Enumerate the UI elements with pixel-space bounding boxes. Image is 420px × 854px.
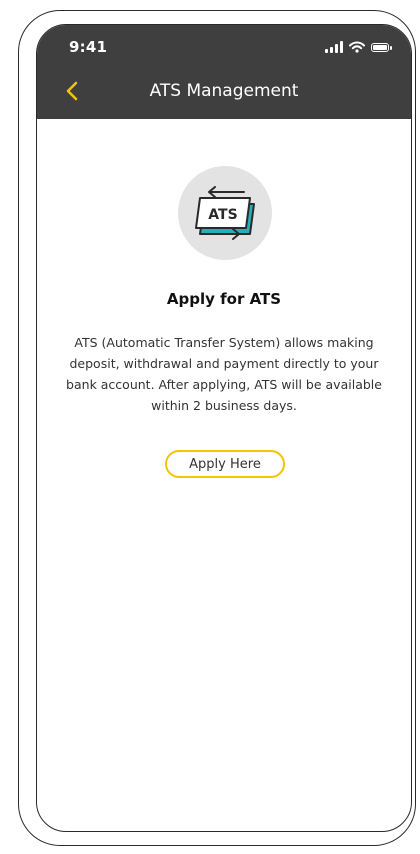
app-header: 9:41 ATS Management (37, 25, 411, 119)
wifi-icon (349, 41, 365, 53)
device-screen: 9:41 ATS Management ATS Apply for ATS AT… (36, 24, 412, 832)
signal-icon (325, 41, 343, 53)
page-title: ATS Management (149, 81, 299, 101)
status-icons (325, 41, 392, 53)
ats-illustration: ATS (178, 166, 272, 260)
apply-here-button[interactable]: Apply Here (165, 450, 285, 478)
ats-description: ATS (Automatic Transfer System) allows m… (66, 335, 382, 413)
section-heading: Apply for ATS (166, 290, 282, 308)
main-content: ATS Apply for ATS ATS (Automatic Transfe… (37, 119, 411, 831)
status-time: 9:41 (69, 38, 108, 56)
ats-icon: ATS (195, 186, 255, 240)
ats-icon-label: ATS (208, 207, 237, 223)
battery-icon (371, 42, 392, 52)
